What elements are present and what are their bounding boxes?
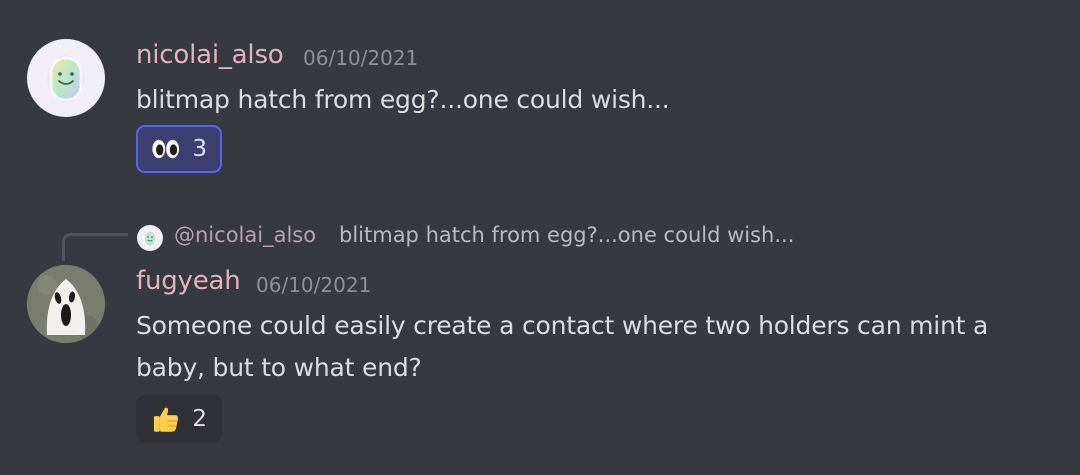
reaction-eyes[interactable]: 3 [136, 125, 222, 173]
ghost-avatar-icon [27, 265, 105, 343]
reply-connector [62, 233, 128, 261]
reply-avatar[interactable] [137, 225, 163, 251]
avatar-fugyeah[interactable] [27, 265, 105, 343]
message-text-line-1: Someone could easily create a contact wh… [136, 311, 989, 340]
timestamp: 06/10/2021 [256, 273, 372, 297]
reaction-count: 3 [192, 136, 207, 162]
smiley-egg-mini-icon [143, 229, 157, 248]
reaction-thumbs-up[interactable]: 2 [136, 395, 222, 443]
eyes-emoji-icon [152, 139, 179, 159]
message-text-line-2: baby, but to what end? [136, 353, 422, 382]
thumbs-up-emoji-icon [153, 407, 178, 432]
timestamp: 06/10/2021 [303, 46, 419, 70]
reply-preview-text[interactable]: blitmap hatch from egg?...one could wish… [339, 223, 794, 247]
username[interactable]: nicolai_also [136, 40, 284, 70]
message-text: blitmap hatch from egg?...one could wish… [136, 85, 670, 114]
smiley-egg-avatar-icon [47, 55, 85, 103]
reply-mention[interactable]: @nicolai_also [174, 223, 316, 247]
username[interactable]: fugyeah [136, 266, 241, 296]
reaction-count: 2 [192, 406, 207, 432]
avatar-nicolai[interactable] [27, 39, 105, 117]
